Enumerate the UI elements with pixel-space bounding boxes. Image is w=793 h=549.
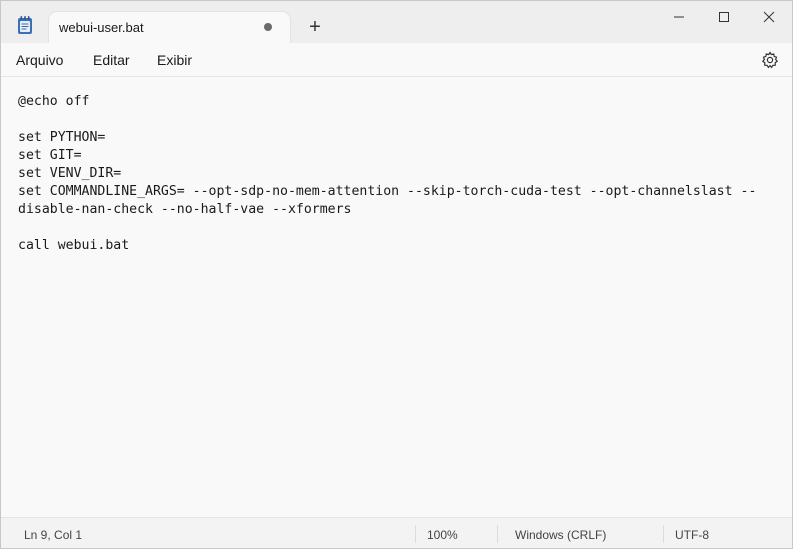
zoom-level[interactable]: 100%	[427, 528, 458, 542]
new-tab-button[interactable]: +	[299, 13, 331, 41]
unsaved-indicator-icon[interactable]	[264, 23, 272, 31]
gear-icon	[761, 51, 779, 69]
minimize-icon	[674, 16, 684, 18]
editor-line: set VENV_DIR=	[18, 166, 122, 181]
status-divider	[497, 525, 498, 543]
close-button[interactable]	[746, 1, 792, 33]
settings-button[interactable]	[760, 50, 780, 70]
status-divider	[415, 525, 416, 543]
cursor-position[interactable]: Ln 9, Col 1	[24, 528, 82, 542]
menu-arquivo[interactable]: Arquivo	[16, 52, 63, 68]
maximize-icon	[719, 12, 729, 22]
menu-bar: Arquivo Editar Exibir	[1, 43, 792, 77]
menu-editar[interactable]: Editar	[93, 52, 130, 68]
editor-line: @echo off	[18, 94, 90, 109]
menu-exibir[interactable]: Exibir	[157, 52, 192, 68]
close-icon	[763, 11, 775, 23]
editor-line: call webui.bat	[18, 238, 130, 253]
text-editor[interactable]: @echo off set PYTHON= set GIT= set VENV_…	[1, 77, 792, 517]
status-bar: Ln 9, Col 1 100% Windows (CRLF) UTF-8	[1, 517, 792, 548]
editor-line: set COMMANDLINE_ARGS= --opt-sdp-no-mem-a…	[18, 184, 757, 199]
notepad-window: webui-user.bat + Arquivo Editar Exibir @…	[0, 0, 793, 549]
encoding[interactable]: UTF-8	[675, 528, 709, 542]
notepad-icon	[15, 15, 35, 35]
title-bar: webui-user.bat +	[1, 1, 792, 43]
minimize-button[interactable]	[656, 1, 702, 33]
status-divider	[663, 525, 664, 543]
editor-line: set GIT=	[18, 148, 82, 163]
editor-content[interactable]: @echo off set PYTHON= set GIT= set VENV_…	[18, 93, 756, 255]
editor-line: disable-nan-check --no-half-vae --xforme…	[18, 202, 352, 217]
line-ending[interactable]: Windows (CRLF)	[515, 528, 606, 542]
tab-webui-user[interactable]: webui-user.bat	[49, 12, 290, 43]
editor-line: set PYTHON=	[18, 130, 106, 145]
maximize-button[interactable]	[701, 1, 747, 33]
tab-title: webui-user.bat	[59, 20, 144, 35]
